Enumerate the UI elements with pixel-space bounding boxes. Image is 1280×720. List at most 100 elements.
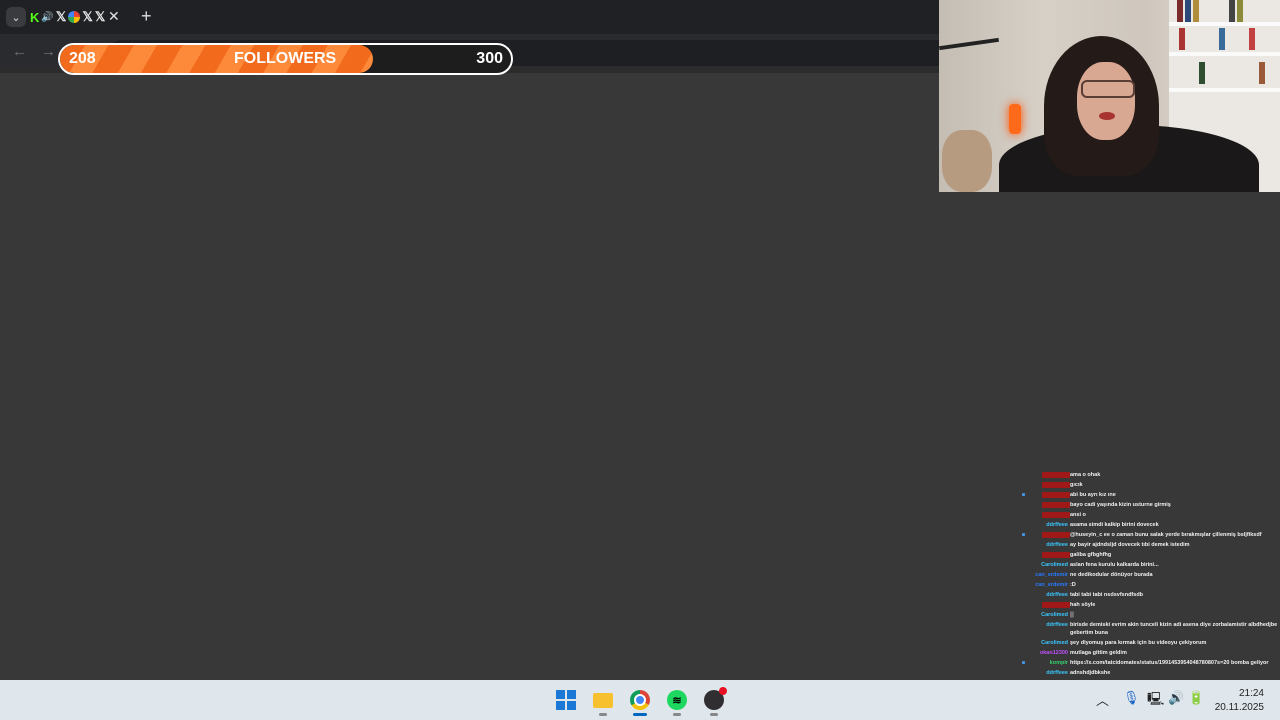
chat-username: ddrffeee	[1046, 522, 1068, 528]
chat-text: gıcık	[1070, 482, 1083, 488]
chat-message: gıcık	[1022, 480, 1280, 490]
mic-arm	[939, 37, 999, 51]
network-icon[interactable]: 🖳	[1147, 690, 1164, 712]
tab-search-dropdown-icon[interactable]: ⌄	[6, 7, 26, 27]
spotify-icon[interactable]: ≋	[666, 689, 688, 711]
file-explorer-icon[interactable]	[592, 689, 614, 711]
chat-message: can_erdemir:D	[1022, 580, 1280, 590]
clock[interactable]: 21:24 20.11.2025	[1215, 687, 1264, 715]
obs-icon[interactable]	[703, 687, 727, 711]
chat-text: mutlaga gittim geldim	[1070, 650, 1127, 656]
speaker-icon: 🔊	[41, 11, 54, 23]
chat-text: şey diyomuş para kırmak için bu videoyu …	[1070, 640, 1207, 646]
chat-username: Carolimed	[1041, 562, 1068, 568]
chat-username: ddrffeee	[1046, 670, 1068, 676]
chat-text: abi bu ayrı kız ıne	[1070, 492, 1116, 498]
chat-message: ddrffeee birisde demiski evrim akin tunce…	[1022, 620, 1280, 638]
chat-message: ansi o	[1022, 510, 1280, 520]
chat-message: ◙ @huseyin_c ee o zaman bunu salak yerde …	[1022, 530, 1280, 540]
tab-favicons: K 🔊 𝕏 𝕏 𝕏	[30, 9, 105, 25]
chevron-up-icon[interactable]: ︿	[1096, 690, 1109, 709]
volume-icon[interactable]: 🔊	[1168, 690, 1184, 706]
chat-message: Carolimed şey diyomuş para kırmak için bu…	[1022, 638, 1280, 648]
chat-message: can_erdemir ne dedikodular dönüyor burada	[1022, 570, 1280, 580]
chat-username	[1042, 502, 1070, 508]
chat-badge-icon: ◙	[1022, 492, 1026, 498]
streamer-face	[1077, 62, 1135, 140]
chat-message: bayo cadi yaşında kizin usturne girmiş	[1022, 500, 1280, 510]
chat-text: ne dedikodular dönüyor burada	[1070, 572, 1153, 578]
x-icon: 𝕏	[94, 9, 106, 24]
chat-text: ay bayir ajdndsljd dovecek tıbi demek is…	[1070, 542, 1190, 548]
chat-message: ddrffeee adnshdjdbkshe	[1022, 668, 1280, 678]
chat-username: Carolimed	[1041, 612, 1068, 618]
chat-text: aslan fena kurulu kalkarda birini...	[1070, 562, 1159, 568]
chat-username: ddrffeee	[1046, 542, 1068, 548]
chat-username	[1042, 512, 1070, 518]
chat-message: ama o ohak	[1022, 470, 1280, 480]
chat-message: hah söyle	[1022, 600, 1280, 610]
cushion	[942, 130, 992, 192]
obs-indicator	[710, 713, 718, 716]
clock-date: 20.11.2025	[1214, 702, 1264, 713]
chat-message: okan12300 mutlaga gittim geldim	[1022, 648, 1280, 658]
chat-message: ddrffeee tabi tabi tabi nsdsvfsndfsdb	[1022, 590, 1280, 600]
file-explorer-indicator	[599, 713, 607, 716]
chat-username	[1042, 492, 1070, 498]
followers-goal: 300	[476, 50, 503, 67]
chat-username	[1042, 482, 1070, 488]
glasses	[1081, 80, 1135, 98]
lips	[1099, 112, 1115, 120]
chat-username: can_erdemir	[1035, 572, 1068, 578]
back-icon[interactable]: ←	[12, 43, 27, 60]
chat-message: ddrffeee asama simdi kalkip birini dovece…	[1022, 520, 1280, 530]
spotify-indicator	[673, 713, 681, 716]
chat-username	[1042, 552, 1070, 558]
followers-goal-bar: 208 FOLLOWERS 300	[58, 43, 513, 75]
chat-text: galiba gfbghfhg	[1070, 552, 1112, 558]
windows-start-icon[interactable]	[555, 689, 577, 711]
chat-text: birisde demiski evrim akin tunceli kizin…	[1070, 622, 1278, 636]
notification-dot-icon	[719, 687, 727, 695]
chat-badge-icon: ◙	[1022, 532, 1026, 538]
chat-username	[1042, 472, 1070, 478]
chat-text: hah söyle	[1070, 602, 1096, 608]
forward-icon[interactable]: →	[41, 43, 56, 60]
chat-text: https://x.com/tatcidomates/status/199145…	[1070, 660, 1269, 666]
chat-username	[1042, 532, 1070, 538]
new-tab-icon[interactable]: +	[141, 6, 152, 27]
kick-icon: K	[30, 9, 40, 25]
chat-username: Carolimed	[1041, 640, 1068, 646]
chat-username: okan12300	[1039, 650, 1068, 656]
chat-message: Carolimed ▒	[1022, 610, 1280, 620]
chat-text: @huseyin_c ee o zaman bunu salak yerde b…	[1070, 532, 1262, 538]
close-tab-icon[interactable]: ✕	[108, 8, 120, 25]
x-icon: 𝕏	[82, 9, 93, 24]
chat-message: ddrffeee ay bayir ajdndsljd dovecek tıbi …	[1022, 540, 1280, 550]
chat-text: :D	[1070, 582, 1076, 588]
chat-message: galiba gfbghfhg	[1022, 550, 1280, 560]
chat-text: ▒	[1070, 612, 1074, 618]
chat-message: ◙ abi bu ayrı kız ıne	[1022, 490, 1280, 500]
chat-text: ama o ohak	[1070, 472, 1101, 478]
x-icon: 𝕏	[55, 9, 67, 24]
chat-overlay: ama o ohak gıcık ◙ abi bu ayrı kız ıne bayo …	[1022, 470, 1280, 682]
chat-text: asama simdi kalkip birini dovecek	[1070, 522, 1159, 528]
chrome-indicator	[633, 713, 647, 716]
chat-username: ddrffeee	[1046, 622, 1068, 628]
chrome-icon[interactable]	[629, 689, 651, 711]
chat-username	[1042, 602, 1070, 608]
chat-message: Carolimed aslan fena kurulu kalkarda biri…	[1022, 560, 1280, 570]
followers-label: FOLLOWERS	[234, 50, 337, 67]
clock-time: 21:24	[1238, 688, 1264, 699]
followers-current: 208	[69, 50, 96, 67]
chat-text: ansi o	[1070, 512, 1086, 518]
battery-icon[interactable]: 🔋	[1188, 690, 1204, 706]
chat-message: ◙ kompir https://x.com/tatcidomates/status…	[1022, 658, 1280, 668]
chat-text: adnshdjdbkshe	[1070, 670, 1111, 676]
chat-username: kompir	[1049, 660, 1068, 666]
webcam-feed	[939, 0, 1280, 192]
microphone-icon[interactable]: 🎙	[1123, 690, 1140, 706]
microphone	[1009, 104, 1021, 134]
chat-username: can_erdemir	[1035, 582, 1068, 588]
